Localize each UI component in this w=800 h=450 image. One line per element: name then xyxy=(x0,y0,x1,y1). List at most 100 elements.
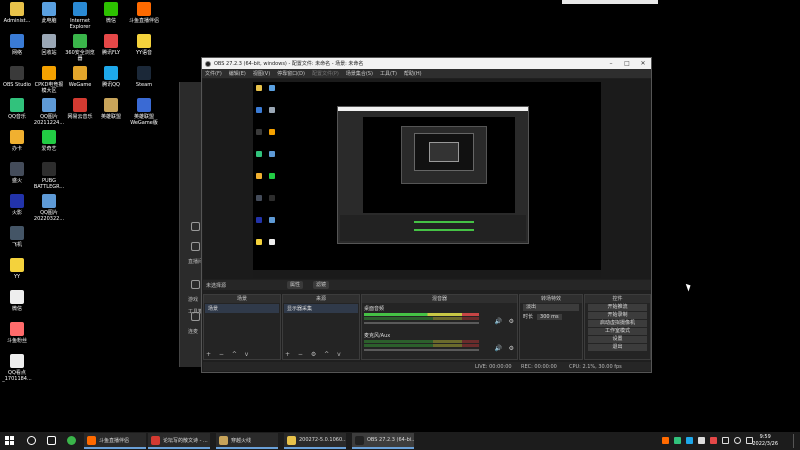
desktop-shortcut[interactable]: OBS Studio xyxy=(0,66,34,88)
start-virtual-camera-button[interactable]: 启动虚拟摄像机 xyxy=(588,320,647,327)
desktop-shortcut[interactable]: Administ... xyxy=(0,2,34,24)
menu-profile[interactable]: 配置文件(P) xyxy=(312,70,339,77)
transition-select[interactable]: 淡出 xyxy=(523,304,579,311)
desktop-shortcut-label: 爱奇艺 xyxy=(41,146,57,152)
desktop-shortcut[interactable]: PUBG BATTLEGR... xyxy=(32,162,66,190)
wechat-icon xyxy=(104,2,118,16)
tray-qq-icon[interactable] xyxy=(686,437,693,444)
menu-tools[interactable]: 工具(T) xyxy=(380,70,397,77)
live-status: LIVE: 00:00:00 xyxy=(475,364,512,370)
gear-icon[interactable]: ⚙ xyxy=(509,345,514,352)
desktop-shortcut[interactable]: 网易云音乐 xyxy=(63,98,97,120)
windows-start-icon[interactable] xyxy=(5,436,14,445)
qqmusic-icon xyxy=(10,98,24,112)
desktop-shortcut[interactable]: 360安全浏览 器 xyxy=(63,34,97,62)
volume-fader[interactable] xyxy=(364,349,479,351)
volume-fader[interactable] xyxy=(364,322,479,324)
taskbar-task-button[interactable]: 200272-5.0.1060... xyxy=(284,433,346,449)
taskbar-task-button[interactable]: 穿越火线 xyxy=(216,433,278,449)
360-browser-icon[interactable] xyxy=(67,436,76,445)
iqiyi-icon xyxy=(42,130,56,144)
desktop-shortcut[interactable]: 微信 xyxy=(94,2,128,24)
tray-wechat-icon[interactable] xyxy=(698,437,705,444)
wechat-icon xyxy=(10,290,24,304)
properties-button[interactable]: 属性 xyxy=(287,281,304,289)
desktop-shortcut[interactable]: QQ音乐 xyxy=(0,98,34,120)
gear-icon[interactable]: ⚙ xyxy=(509,318,514,325)
desktop-shortcut[interactable]: 回收站 xyxy=(32,34,66,56)
preview-canvas[interactable] xyxy=(253,82,601,278)
desktop-shortcut[interactable]: 英雄联盟 WeGame版 xyxy=(127,98,161,126)
duration-input[interactable]: 300 ms xyxy=(537,313,562,320)
start-streaming-button[interactable]: 开始推流 xyxy=(588,304,647,311)
maximize-icon[interactable]: □ xyxy=(619,58,635,69)
desktop-shortcut[interactable]: 办卡 xyxy=(0,130,34,152)
task-view-icon[interactable] xyxy=(47,436,56,445)
desktop-shortcut[interactable]: 腾讯FLY xyxy=(94,34,128,56)
desktop-shortcut[interactable]: 此电脑 xyxy=(32,2,66,24)
start-recording-button[interactable]: 开始录制 xyxy=(588,312,647,319)
menu-edit[interactable]: 编辑(E) xyxy=(229,70,246,77)
desktop-shortcut[interactable]: 微信 xyxy=(0,290,34,312)
scenes-dock-controls[interactable]: + − ^ v xyxy=(206,351,251,358)
track-name: 桌面音频 xyxy=(364,306,385,312)
settings-button[interactable]: 设置 xyxy=(588,336,647,343)
nested-docks xyxy=(340,215,526,241)
tray-app-icon[interactable] xyxy=(710,437,717,444)
studio-mode-button[interactable]: 工作室模式 xyxy=(588,328,647,335)
desktop-shortcut[interactable]: 火影 xyxy=(0,194,34,216)
menu-view[interactable]: 视图(V) xyxy=(253,70,270,77)
desktop-shortcut[interactable]: QQ图片 20220322... xyxy=(32,194,66,222)
scenes-dock: 场景 场景 + − ^ v xyxy=(203,294,281,360)
desktop-shortcut[interactable]: CPKD电竞报 模大区 xyxy=(32,66,66,94)
desktop-shortcut-label: 微信 xyxy=(105,18,116,24)
menu-docks[interactable]: 停靠窗口(D) xyxy=(277,70,305,77)
sources-dock-controls[interactable]: + − ⚙ ^ v xyxy=(285,351,344,358)
obs-window[interactable]: OBS 27.2.3 (64-bit, windows) - 配置文件: 未命名… xyxy=(201,57,652,373)
menu-file[interactable]: 文件(F) xyxy=(205,70,222,77)
desktop-shortcut[interactable]: 英雄联盟 xyxy=(94,98,128,120)
desktop-shortcut[interactable]: 网络 xyxy=(0,34,34,56)
system-clock[interactable]: 9:59 2022/3/26 xyxy=(752,434,778,448)
minimize-icon[interactable]: – xyxy=(603,58,619,69)
desktop-shortcut[interactable]: YY语音 xyxy=(127,34,161,56)
taskbar-task-button[interactable]: 斗鱼直播伴侣 xyxy=(84,433,146,449)
duration-row: 时长 300 ms xyxy=(523,313,579,320)
search-icon[interactable] xyxy=(27,436,36,445)
desktop-shortcut[interactable]: 腾讯QQ xyxy=(94,66,128,88)
clock-time: 9:59 xyxy=(759,434,771,440)
taskbar-task-button[interactable]: 论坛写的散文诗 - ... xyxy=(148,433,210,449)
desktop-shortcut[interactable]: QQ图片 20211224... xyxy=(32,98,66,126)
menu-scene-collection[interactable]: 场景集合(S) xyxy=(346,70,373,77)
desktop-shortcut-label: Internet Explorer xyxy=(69,18,91,30)
desktop-shortcut[interactable]: WeGame xyxy=(63,66,97,88)
close-icon[interactable]: ✕ xyxy=(635,58,651,69)
tray-douyu-icon[interactable] xyxy=(662,437,669,444)
desktop-shortcut[interactable]: QQ看点 _1701184... xyxy=(0,354,34,382)
speaker-icon[interactable]: 🔊 xyxy=(495,345,502,352)
scene-list-item[interactable]: 场景 xyxy=(205,304,279,313)
desktop-shortcut[interactable]: 飞机 xyxy=(0,226,34,248)
network-icon[interactable] xyxy=(722,437,729,444)
show-desktop-button[interactable] xyxy=(793,434,798,448)
menu-help[interactable]: 帮助(H) xyxy=(404,70,422,77)
desktop-shortcut[interactable]: Steam xyxy=(127,66,161,88)
taskbar-task-label: 穿越火线 xyxy=(231,437,252,444)
desktop-shortcut[interactable]: 爱奇艺 xyxy=(32,130,66,152)
desktop-shortcut[interactable]: YY xyxy=(0,258,34,280)
desktop-shortcut[interactable]: 斗鱼粉丝 xyxy=(0,322,34,344)
obs-titlebar[interactable]: OBS 27.2.3 (64-bit, windows) - 配置文件: 未命名… xyxy=(202,58,651,69)
taskbar-task-button[interactable]: OBS 27.2.3 (64-bi... xyxy=(352,433,414,449)
tray-app-icon[interactable] xyxy=(674,437,681,444)
filters-button[interactable]: 滤镜 xyxy=(313,281,330,289)
mirrored-desktop-icon xyxy=(269,173,275,179)
desktop-shortcut[interactable]: 盛火 xyxy=(0,162,34,184)
volume-icon[interactable] xyxy=(734,437,741,444)
speaker-icon[interactable]: 🔊 xyxy=(495,318,502,325)
exit-button[interactable]: 退出 xyxy=(588,344,647,351)
controls-dock-title: 控件 xyxy=(585,295,650,303)
document-icon xyxy=(10,354,24,368)
desktop-shortcut[interactable]: Internet Explorer xyxy=(63,2,97,30)
source-list-item[interactable]: 显示器采集 xyxy=(284,304,358,313)
desktop-shortcut[interactable]: 斗鱼直播伴侣 xyxy=(127,2,161,24)
